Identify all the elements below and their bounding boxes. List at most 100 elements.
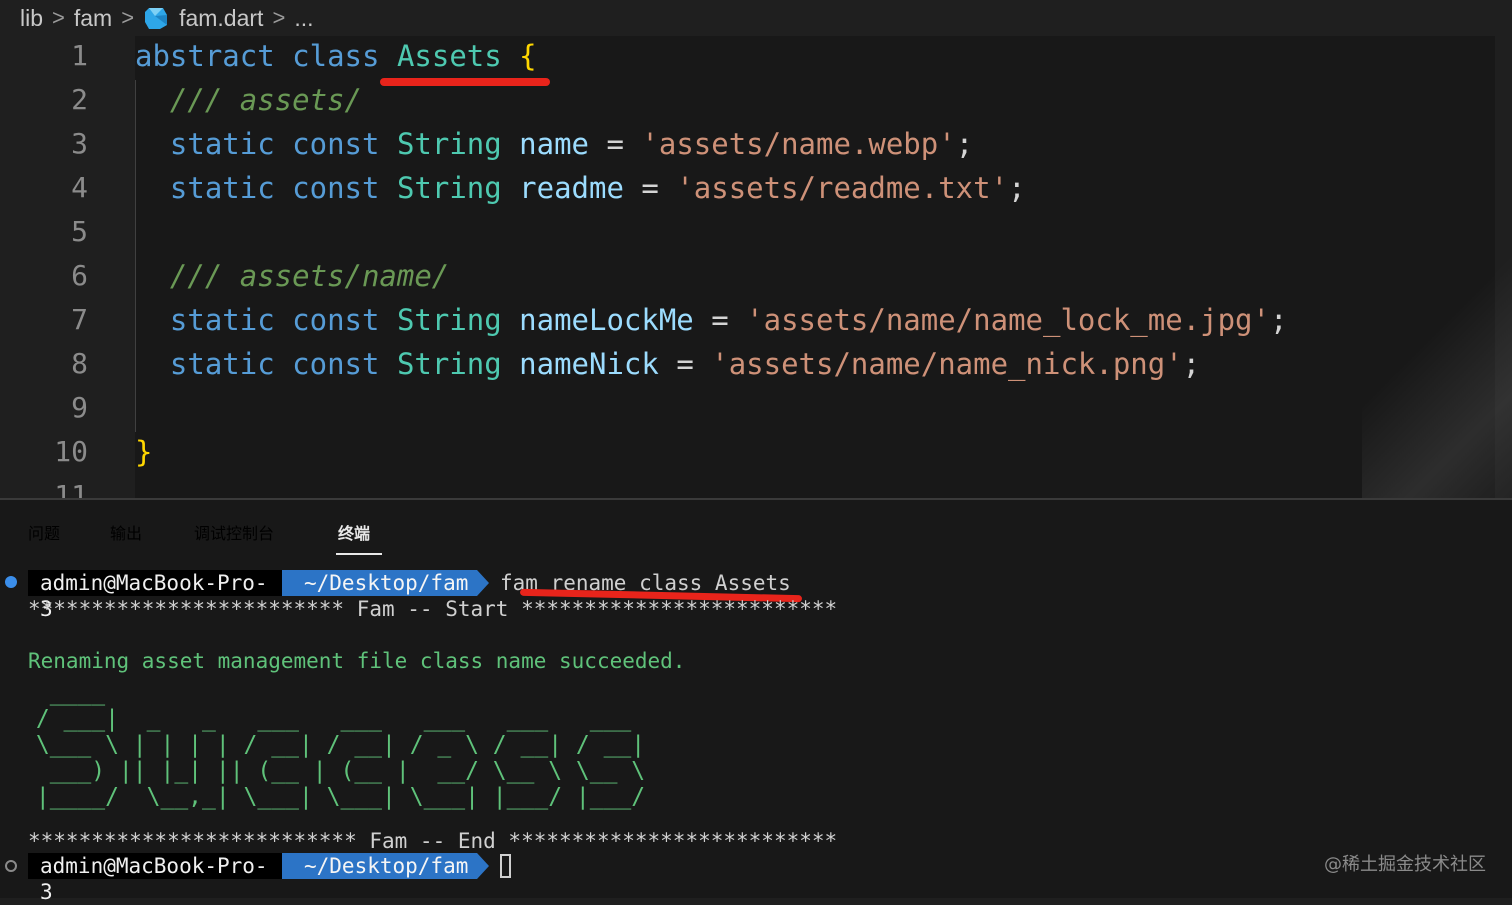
annotation-underline-classname xyxy=(380,78,550,86)
line-number[interactable]: 11 xyxy=(8,476,88,498)
line-number[interactable]: 2 xyxy=(8,80,88,120)
code-token: 'assets/name.webp' xyxy=(641,127,956,161)
breadcrumb-item-more[interactable]: ... xyxy=(294,5,313,32)
terminal-success-message: Renaming asset management file class nam… xyxy=(28,649,686,673)
code-token: Assets xyxy=(396,39,502,73)
bottom-panel: 问题 输出 调试控制台 终端 admin@MacBook-Pro-3 ~/Des… xyxy=(0,500,1512,904)
banner-row: / ___| _ _ ___ ___ ___ ___ ___ xyxy=(22,706,632,732)
chevron-right-icon: > xyxy=(272,5,286,30)
command-status-dot[interactable] xyxy=(5,576,17,588)
code-token: ; xyxy=(955,127,974,161)
code-token: ; xyxy=(1008,171,1026,205)
prompt-path: ~/Desktop/fam xyxy=(282,853,477,879)
watermark: @稀土掘金技术社区 xyxy=(1324,854,1486,875)
code-token: readme xyxy=(519,171,624,205)
banner-row: ____ xyxy=(22,680,106,706)
breadcrumb: lib > fam > fam.dart > ... xyxy=(0,0,1512,36)
terminal-ascii-banner: ____ / ___| _ _ ___ ___ ___ ___ ___ \___… xyxy=(22,680,645,810)
code-token: } xyxy=(135,435,153,469)
code-area[interactable]: abstract class Assets { /// assets/ stat… xyxy=(135,36,1495,498)
code-line[interactable]: abstract class Assets { xyxy=(135,36,537,76)
prompt-separator xyxy=(477,853,489,879)
chevron-right-icon: > xyxy=(121,5,135,30)
terminal-start-line: ************************* Fam -- Start *… xyxy=(28,597,838,621)
prompt-user: admin@MacBook-Pro-3 xyxy=(28,570,282,621)
dart-file-icon xyxy=(145,8,168,29)
code-token: 'assets/name/name_nick.png' xyxy=(711,347,1183,381)
line-number[interactable]: 1 xyxy=(8,36,88,76)
code-token: const xyxy=(292,303,380,337)
line-number[interactable]: 10 xyxy=(8,432,88,472)
line-number[interactable]: 7 xyxy=(8,300,88,340)
code-token: String xyxy=(396,171,502,205)
code-token: ; xyxy=(1269,303,1288,337)
breadcrumb-item-fam[interactable]: fam xyxy=(74,5,112,32)
code-token: String xyxy=(396,127,502,161)
line-number[interactable]: 5 xyxy=(8,212,88,252)
tab-terminal[interactable]: 终端 xyxy=(338,520,370,544)
command-status-dot[interactable] xyxy=(5,860,17,872)
code-token: const xyxy=(292,347,380,381)
code-line[interactable]: static const String nameNick = 'assets/n… xyxy=(135,344,1200,384)
line-number[interactable]: 9 xyxy=(8,388,88,428)
banner-row: \___ \ | | | | / __| / __| / _ \ / __| /… xyxy=(22,732,646,758)
breadcrumb-item-lib[interactable]: lib xyxy=(20,5,43,32)
code-token: const xyxy=(292,127,380,161)
code-line[interactable]: static const String nameLockMe = 'assets… xyxy=(135,300,1288,340)
code-token: String xyxy=(396,347,502,381)
terminal-cursor[interactable] xyxy=(500,854,511,878)
prompt-user: admin@MacBook-Pro-3 xyxy=(28,853,282,904)
code-line[interactable]: /// assets/name/ xyxy=(135,256,449,296)
indent-guide xyxy=(135,80,136,432)
active-tab-indicator xyxy=(336,553,382,555)
prompt-separator xyxy=(477,570,489,596)
code-token: = xyxy=(658,347,712,381)
code-token: static xyxy=(169,127,275,161)
tab-output[interactable]: 输出 xyxy=(110,520,142,544)
tab-debug-console[interactable]: 调试控制台 xyxy=(194,520,274,544)
code-token: = xyxy=(693,303,747,337)
code-token: static xyxy=(169,303,275,337)
code-token: ; xyxy=(1182,347,1201,381)
code-token: 'assets/readme.txt' xyxy=(676,171,1009,205)
code-line[interactable]: static const String name = 'assets/name.… xyxy=(135,124,973,164)
line-number[interactable]: 8 xyxy=(8,344,88,384)
breadcrumb-item-file[interactable]: fam.dart xyxy=(179,5,263,32)
line-number[interactable]: 3 xyxy=(8,124,88,164)
code-token: static xyxy=(169,171,275,205)
code-token: /// assets/name/ xyxy=(135,259,450,293)
code-token: /// assets/ xyxy=(135,83,362,117)
banner-row: ___) || |_| || (__ | (__ | __/ \__ \ \__… xyxy=(22,758,646,784)
code-line[interactable]: } xyxy=(135,432,152,472)
line-number[interactable]: 4 xyxy=(8,168,88,208)
code-token: = xyxy=(623,171,677,205)
code-token: abstract xyxy=(135,39,275,73)
code-line[interactable]: static const String readme = 'assets/rea… xyxy=(135,168,1026,208)
code-token: = xyxy=(589,127,642,161)
code-token: static xyxy=(169,347,275,381)
tab-problems[interactable]: 问题 xyxy=(28,520,60,544)
line-number[interactable]: 6 xyxy=(8,256,88,296)
code-token: class xyxy=(292,39,380,73)
code-token: name xyxy=(519,127,590,161)
banner-row: |____/ \__,_| \___| \___| \___| |___/ |_… xyxy=(22,784,646,810)
code-line[interactable]: /// assets/ xyxy=(135,80,362,120)
code-editor[interactable]: 1 2 3 4 5 6 7 8 9 10 11 abstract class Assets { //… xyxy=(0,36,1512,498)
line-number-gutter: 1 2 3 4 5 6 7 8 9 10 11 xyxy=(0,36,120,498)
code-token: nameLockMe xyxy=(519,303,694,337)
